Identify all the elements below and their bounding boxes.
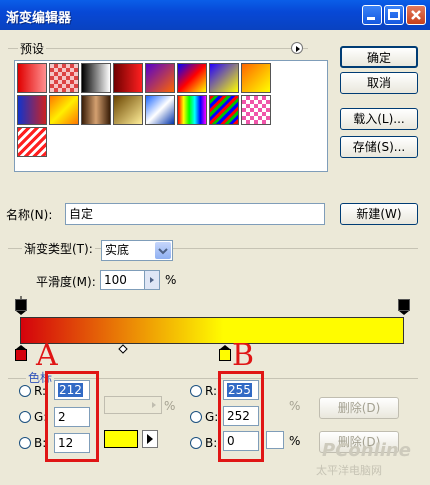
cancel-button[interactable]: 取消 bbox=[340, 72, 418, 94]
preset-swatch[interactable] bbox=[49, 95, 79, 125]
presets-menu-button[interactable] bbox=[291, 42, 303, 54]
watermark-text: 太平洋电脑网 bbox=[316, 464, 382, 477]
minimize-icon bbox=[367, 17, 375, 20]
color-stop-right[interactable] bbox=[218, 344, 232, 364]
preset-swatch[interactable] bbox=[209, 63, 239, 93]
maximize-button[interactable] bbox=[384, 5, 404, 25]
presets-group-line bbox=[8, 48, 308, 49]
gradient-type-value: 实底 bbox=[105, 243, 130, 257]
preset-swatch[interactable] bbox=[177, 95, 207, 125]
smoothness-label: 平滑度(M): bbox=[36, 275, 96, 289]
smoothness-slider-button[interactable] bbox=[144, 271, 159, 289]
minimize-button[interactable] bbox=[362, 5, 382, 25]
location-input[interactable] bbox=[266, 431, 284, 449]
gradient-type-select[interactable]: 实底 bbox=[101, 240, 173, 261]
preset-swatch[interactable] bbox=[49, 63, 79, 93]
name-input[interactable]: 自定 bbox=[65, 203, 325, 225]
dropdown-button[interactable] bbox=[155, 242, 171, 259]
arrow-right-icon bbox=[296, 46, 300, 52]
preset-swatch[interactable] bbox=[81, 95, 111, 125]
highlight-box-a bbox=[45, 371, 99, 462]
g-label-right: G: bbox=[205, 410, 219, 424]
radio-g-right[interactable] bbox=[190, 411, 202, 423]
preset-swatch[interactable] bbox=[113, 95, 143, 125]
smoothness-value: 100 bbox=[104, 273, 127, 287]
opacity-input-disabled bbox=[104, 396, 162, 414]
preset-swatch[interactable] bbox=[113, 63, 143, 93]
preset-swatch[interactable] bbox=[177, 63, 207, 93]
preset-swatch[interactable] bbox=[241, 63, 271, 93]
arrow-right-icon bbox=[147, 434, 153, 444]
preset-swatch[interactable] bbox=[241, 95, 271, 125]
preset-swatch[interactable] bbox=[145, 63, 175, 93]
smoothness-input[interactable]: 100 bbox=[100, 270, 160, 290]
preset-swatch[interactable] bbox=[209, 95, 239, 125]
delete-button-1[interactable]: 删除(D) bbox=[319, 397, 399, 419]
annotation-b: B bbox=[232, 338, 255, 373]
preset-swatch[interactable] bbox=[17, 95, 47, 125]
preset-swatch[interactable] bbox=[17, 63, 47, 93]
opacity-stop-left[interactable] bbox=[14, 296, 28, 316]
name-label: 名称(N): bbox=[6, 208, 53, 222]
color-menu-button[interactable] bbox=[142, 430, 158, 448]
preset-swatches[interactable] bbox=[14, 60, 328, 172]
highlight-box-b bbox=[218, 371, 264, 462]
save-button[interactable]: 存储(S)... bbox=[340, 136, 418, 158]
window-title: 渐变编辑器 bbox=[6, 11, 72, 26]
gradient-editor-window: 渐变编辑器 预设 确定 取消 载入(L)... 存储(S)... 名称(N): … bbox=[0, 0, 430, 485]
arrow-right-icon bbox=[150, 277, 154, 283]
radio-b-left[interactable] bbox=[19, 437, 31, 449]
gradient-type-label: 渐变类型(T): bbox=[22, 240, 95, 257]
arrow-right-icon bbox=[152, 402, 156, 408]
preset-swatch[interactable] bbox=[17, 127, 47, 157]
opacity-stop-right[interactable] bbox=[397, 296, 411, 316]
preset-swatch[interactable] bbox=[81, 63, 111, 93]
ok-button[interactable]: 确定 bbox=[340, 46, 418, 68]
midpoint-diamond[interactable] bbox=[118, 344, 128, 354]
presets-label: 预设 bbox=[18, 40, 47, 57]
stop-color-swatch[interactable] bbox=[104, 430, 138, 448]
color-stop-left[interactable] bbox=[14, 344, 28, 364]
load-button[interactable]: 载入(L)... bbox=[340, 108, 418, 130]
radio-b-right[interactable] bbox=[190, 437, 202, 449]
smoothness-unit: % bbox=[165, 273, 177, 287]
annotation-a: A bbox=[36, 338, 58, 373]
radio-r-right[interactable] bbox=[190, 385, 202, 397]
close-icon bbox=[411, 10, 421, 20]
radio-r-left[interactable] bbox=[19, 385, 31, 397]
watermark-logo: PConline bbox=[322, 440, 411, 461]
close-button[interactable] bbox=[406, 5, 426, 25]
radio-g-left[interactable] bbox=[19, 411, 31, 423]
maximize-icon bbox=[388, 9, 400, 20]
title-bar[interactable]: 渐变编辑器 bbox=[0, 0, 430, 30]
opacity-unit: % bbox=[164, 399, 176, 413]
percent-disabled: % bbox=[289, 399, 301, 413]
percent-label: % bbox=[289, 434, 301, 448]
r-label-right: R: bbox=[205, 384, 218, 398]
b-label-right: B: bbox=[205, 436, 218, 450]
chevron-down-icon bbox=[158, 248, 168, 255]
new-button[interactable]: 新建(W) bbox=[340, 203, 418, 225]
gradient-bar[interactable] bbox=[20, 317, 404, 344]
preset-swatch[interactable] bbox=[145, 95, 175, 125]
